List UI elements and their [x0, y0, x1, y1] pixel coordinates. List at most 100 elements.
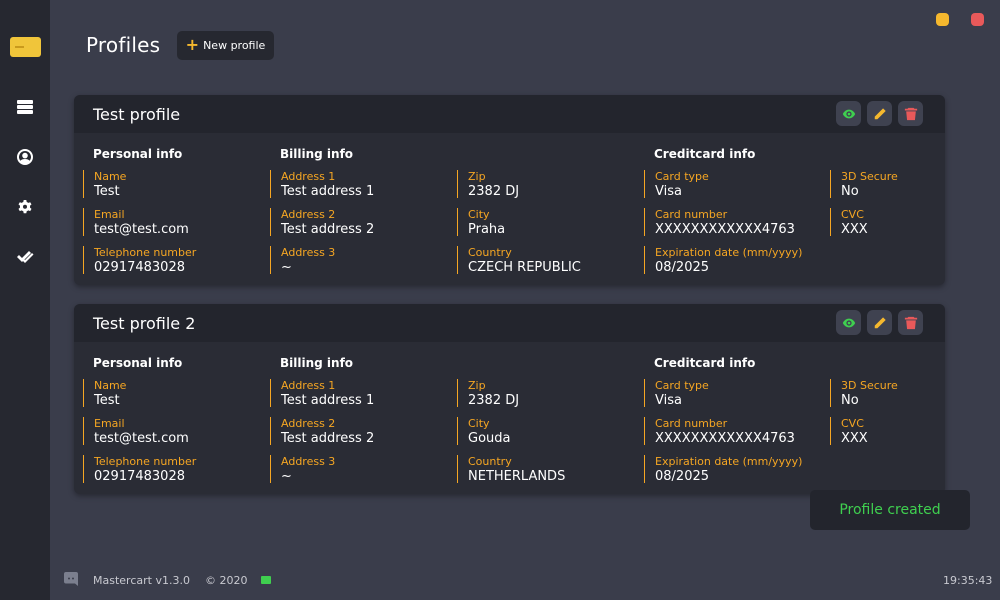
gear-icon	[18, 200, 32, 214]
field-value: Test	[94, 393, 120, 408]
field-3d-secure: 3D Secure No	[830, 170, 898, 199]
field-cvc: CVC XXX	[830, 417, 868, 446]
edit-profile-button[interactable]	[867, 101, 892, 126]
close-button[interactable]	[971, 13, 984, 26]
field-value: 02917483028	[94, 260, 185, 275]
field-value: Gouda	[468, 431, 511, 446]
field-label: City	[468, 417, 490, 430]
trash-icon	[904, 107, 917, 120]
plus-icon: +	[185, 34, 200, 54]
trash-icon	[904, 316, 917, 329]
view-profile-button[interactable]	[836, 101, 861, 126]
field-label: Name	[94, 379, 127, 392]
app-version: Mastercart v1.3.0	[93, 574, 190, 587]
section-creditcard-info: Creditcard info	[654, 356, 756, 370]
page-title: Profiles	[86, 33, 161, 57]
delete-profile-button[interactable]	[898, 101, 923, 126]
sidebar-item-profiles[interactable]	[13, 95, 37, 119]
field-label: Email	[94, 417, 125, 430]
field-label: 3D Secure	[841, 379, 898, 392]
profile-card: Test profile Personal info Billing info …	[74, 95, 945, 285]
field-label: Address 3	[281, 246, 336, 259]
field-label: Email	[94, 208, 125, 221]
field-value: CZECH REPUBLIC	[468, 260, 581, 275]
discord-icon[interactable]	[63, 571, 79, 587]
field-value: XXXXXXXXXXXX4763	[655, 222, 795, 237]
field-value: Test address 2	[281, 431, 375, 446]
field-address3: Address 3 ~	[270, 246, 336, 275]
field-name: Name Test	[83, 170, 126, 199]
sidebar	[0, 0, 50, 600]
field-label: Card type	[655, 379, 709, 392]
field-value: XXX	[841, 431, 868, 446]
discord-icon-svg	[64, 572, 78, 586]
field-label: CVC	[841, 417, 864, 430]
connection-status-indicator	[261, 576, 271, 584]
field-address1: Address 1 Test address 1	[270, 170, 375, 199]
double-check-icon	[17, 251, 34, 263]
section-personal-info: Personal info	[93, 147, 183, 161]
field-value: test@test.com	[94, 222, 189, 237]
field-expiration: Expiration date (mm/yyyy) 08/2025	[644, 246, 803, 275]
field-label: Address 2	[281, 417, 336, 430]
field-cvc: CVC XXX	[830, 208, 868, 237]
field-value: NETHERLANDS	[468, 469, 566, 484]
field-label: Address 3	[281, 455, 336, 468]
field-email: Email test@test.com	[83, 208, 189, 237]
field-label: City	[468, 208, 490, 221]
field-card-type: Card type Visa	[644, 379, 709, 408]
field-email: Email test@test.com	[83, 417, 189, 446]
field-card-number: Card number XXXXXXXXXXXX4763	[644, 417, 795, 446]
profile-title: Test profile	[93, 105, 181, 124]
field-label: Address 2	[281, 208, 336, 221]
field-telephone: Telephone number 02917483028	[83, 455, 196, 484]
sidebar-item-settings[interactable]	[13, 195, 37, 219]
sidebar-item-tasks[interactable]	[13, 245, 37, 269]
field-telephone: Telephone number 02917483028	[83, 246, 196, 275]
minimize-button[interactable]	[936, 13, 949, 26]
view-profile-button[interactable]	[836, 310, 861, 335]
field-value: Visa	[655, 393, 682, 408]
pencil-icon	[874, 107, 886, 119]
field-zip: Zip 2382 DJ	[457, 379, 519, 408]
field-label: Expiration date (mm/yyyy)	[655, 246, 803, 259]
pencil-icon	[874, 316, 886, 328]
field-value: XXX	[841, 222, 868, 237]
field-address3: Address 3 ~	[270, 455, 336, 484]
field-card-type: Card type Visa	[644, 170, 709, 199]
field-label: Card number	[655, 417, 728, 430]
field-value: Test address 1	[281, 184, 375, 199]
new-profile-button[interactable]: + New profile	[177, 31, 274, 60]
field-address1: Address 1 Test address 1	[270, 379, 375, 408]
field-value: 2382 DJ	[468, 184, 520, 199]
profile-card: Test profile 2 Personal info Billing inf…	[74, 304, 945, 494]
field-city: City Gouda	[457, 417, 511, 446]
clock: 19:35:43	[943, 574, 993, 587]
field-value: ~	[281, 260, 292, 275]
field-value: ~	[281, 469, 292, 484]
field-label: Country	[468, 246, 512, 259]
field-value: 02917483028	[94, 469, 185, 484]
toast-notification: Profile created	[810, 490, 970, 530]
field-label: CVC	[841, 208, 864, 221]
copyright: © 2020	[205, 574, 248, 587]
profile-card-header: Test profile	[74, 95, 945, 133]
section-billing-info: Billing info	[280, 356, 354, 370]
field-city: City Praha	[457, 208, 506, 237]
app-window: Profiles + New profile Test profile Pers…	[0, 0, 1000, 600]
field-country: Country CZECH REPUBLIC	[457, 246, 581, 275]
field-label: 3D Secure	[841, 170, 898, 183]
servers-icon	[17, 100, 33, 114]
field-expiration: Expiration date (mm/yyyy) 08/2025	[644, 455, 803, 484]
field-value: Test address 1	[281, 393, 375, 408]
sidebar-item-account[interactable]	[13, 145, 37, 169]
field-name: Name Test	[83, 379, 127, 408]
new-profile-label: New profile	[203, 39, 266, 52]
field-value: Visa	[655, 184, 682, 199]
delete-profile-button[interactable]	[898, 310, 923, 335]
field-label: Expiration date (mm/yyyy)	[655, 455, 803, 468]
field-value: Praha	[468, 222, 506, 237]
field-zip: Zip 2382 DJ	[457, 170, 520, 199]
field-value: Test address 2	[281, 222, 375, 237]
edit-profile-button[interactable]	[867, 310, 892, 335]
